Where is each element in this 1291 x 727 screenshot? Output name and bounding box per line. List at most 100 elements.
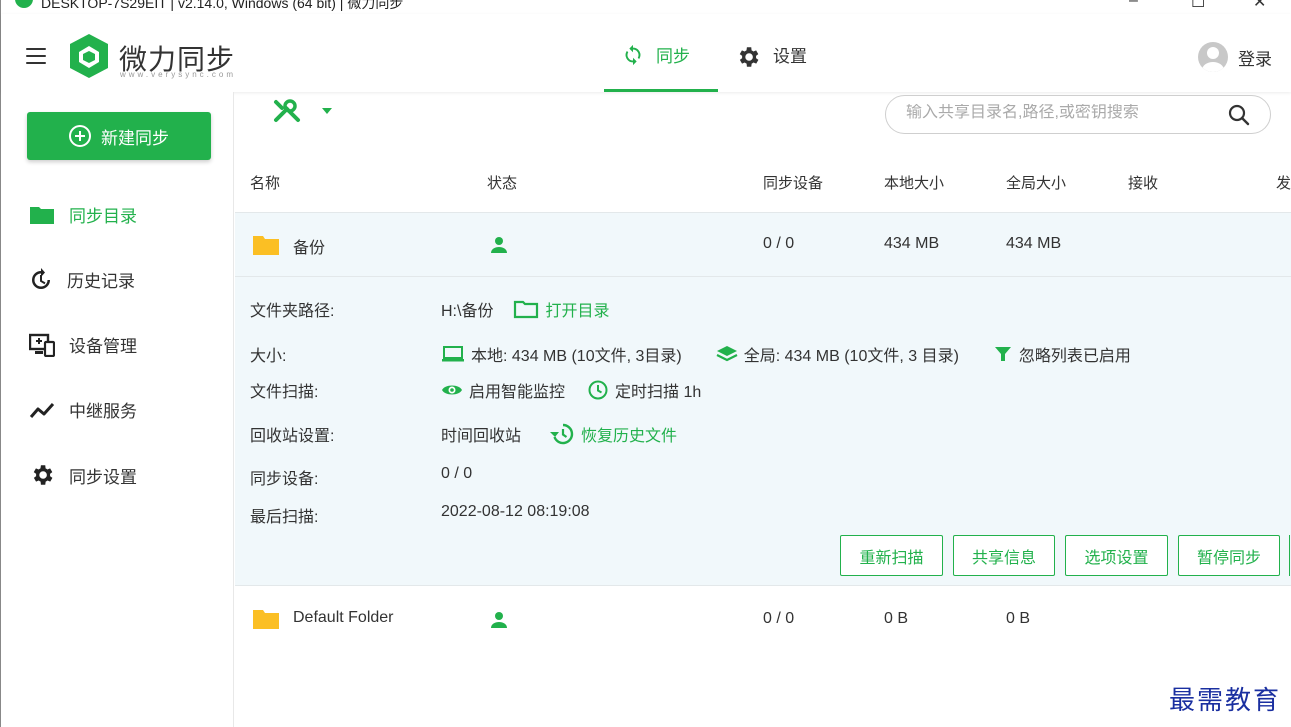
tab-settings[interactable]: 设置 [735, 42, 807, 92]
column-header-receive[interactable]: 接收 [1128, 172, 1158, 193]
tab-sync-label: 同步 [656, 47, 690, 66]
detail-path-value: H:\备份 [441, 303, 494, 320]
history-icon [32, 267, 50, 289]
app-header: 微力同步 www.verysync.com 同步 设置 登录 [1, 14, 1291, 92]
maximize-button[interactable]: ☐ [1191, 0, 1205, 12]
sidebar-item-label: 历史记录 [67, 272, 135, 291]
new-sync-label: 新建同步 [101, 128, 169, 148]
detail-size-global: 全局: 434 MB (10文件, 3 目录) [743, 348, 959, 365]
detail-recycle-value: 时间回收站 [441, 428, 522, 445]
pause-sync-button[interactable]: 暂停同步 [1178, 535, 1280, 576]
window-title-bar: DESKTOP-7S29EIT | v2.14.0, Windows (64 b… [0, 0, 1291, 14]
sidebar-item-sync-settings[interactable]: 同步设置 [29, 462, 137, 488]
login-button[interactable]: 登录 [1198, 42, 1272, 72]
window-title: DESKTOP-7S29EIT | v2.14.0, Windows (64 b… [41, 0, 404, 11]
tab-sync[interactable]: 同步 [604, 42, 718, 92]
open-directory-label: 打开目录 [545, 303, 610, 320]
sidebar-item-label: 同步设置 [69, 467, 137, 487]
brand-url: www.verysync.com [120, 70, 237, 79]
brand-logo-icon [70, 34, 108, 78]
options-button[interactable]: 选项设置 [1065, 535, 1168, 576]
column-header-local-size[interactable]: 本地大小 [884, 172, 944, 193]
detail-scan-label: 文件扫描: [250, 384, 319, 401]
caret-down-icon [322, 108, 332, 114]
smart-monitor-status: 启用智能监控 [469, 384, 566, 401]
open-directory-link[interactable]: 打开目录 [513, 297, 609, 321]
restore-history-icon [550, 423, 574, 445]
sidebar-item-label: 设备管理 [69, 337, 137, 356]
folder-local-size: 434 MB [884, 235, 940, 252]
login-label: 登录 [1238, 49, 1272, 69]
detail-devices-value: 0 / 0 [441, 465, 473, 482]
close-button[interactable]: ✕ [1253, 0, 1266, 12]
hamburger-menu-icon[interactable] [26, 48, 46, 64]
tools-dropdown[interactable] [273, 98, 333, 124]
gear-icon [739, 47, 759, 67]
detail-path-value-row: H:\备份 打开目录 [441, 297, 609, 321]
sidebar-item-sync-folders[interactable]: 同步目录 [29, 202, 137, 227]
folder-global-size: 0 B [1006, 610, 1031, 627]
sidebar-item-label: 中继服务 [69, 402, 137, 421]
person-icon [491, 237, 507, 253]
rescan-button[interactable]: 重新扫描 [840, 535, 943, 576]
clock-icon [588, 380, 608, 400]
plus-circle-icon [69, 125, 91, 147]
folder-global-size: 434 MB [1006, 235, 1062, 252]
person-icon [491, 612, 507, 628]
app-frame: 微力同步 www.verysync.com 同步 设置 登录 新建同步 同步目录… [0, 14, 1291, 727]
eye-icon [442, 385, 462, 395]
column-header-status[interactable]: 状态 [487, 172, 517, 193]
laptop-icon [442, 346, 464, 362]
search-icon[interactable] [1228, 104, 1250, 126]
folder-icon [30, 206, 54, 224]
gear-icon [33, 465, 53, 485]
folder-devices: 0 / 0 [763, 610, 795, 627]
folder-name: Default Folder [293, 609, 394, 626]
avatar [1198, 42, 1228, 72]
tools-icon [274, 99, 300, 122]
detail-recycle-label: 回收站设置: [250, 428, 335, 445]
search-box[interactable] [885, 95, 1271, 134]
app-logo-icon [15, 0, 33, 8]
open-folder-icon [514, 300, 539, 319]
detail-path-label: 文件夹路径: [250, 303, 335, 320]
tab-settings-label: 设置 [773, 47, 807, 66]
timer-scan-status: 定时扫描 1h [615, 384, 702, 401]
sidebar-item-devices[interactable]: 设备管理 [29, 332, 137, 357]
ignore-list-status: 忽略列表已启用 [1018, 348, 1131, 365]
relay-icon [29, 402, 55, 418]
column-header-send[interactable]: 发 [1276, 172, 1291, 193]
layers-icon [716, 346, 738, 362]
folder-name: 备份 [293, 240, 326, 257]
column-header-devices[interactable]: 同步设备 [763, 172, 823, 193]
restore-history-link[interactable]: 恢复历史文件 [549, 422, 677, 446]
folder-devices: 0 / 0 [763, 235, 795, 252]
folder-local-size: 0 B [884, 610, 909, 627]
filter-icon [994, 347, 1011, 361]
folder-icon [253, 610, 279, 629]
minimize-button[interactable]: – [1129, 0, 1138, 10]
device-icon [29, 333, 55, 357]
detail-last-scan-value: 2022-08-12 08:19:08 [441, 503, 590, 520]
sidebar: 新建同步 同步目录 历史记录 设备管理 中继服务 同步设置 [1, 92, 234, 727]
share-info-button[interactable]: 共享信息 [953, 535, 1055, 576]
restore-history-label: 恢复历史文件 [581, 428, 678, 445]
detail-recycle-row: 时间回收站 恢复历史文件 [441, 422, 677, 446]
watermark-text: 最需教育 [1169, 686, 1282, 716]
user-avatar-icon [1202, 47, 1224, 72]
detail-last-scan-label: 最后扫描: [250, 509, 319, 526]
new-sync-button[interactable]: 新建同步 [27, 112, 211, 160]
sidebar-item-label: 同步目录 [69, 207, 137, 226]
detail-size-local: 本地: 434 MB (10文件, 3目录) [471, 348, 682, 365]
detail-size-label: 大小: [250, 348, 287, 365]
sync-icon [625, 44, 641, 66]
folder-icon [253, 236, 279, 255]
sidebar-item-relay[interactable]: 中继服务 [29, 397, 137, 422]
detail-scan-row: 启用智能监控 定时扫描 1h [441, 378, 701, 402]
detail-size-row: 本地: 434 MB (10文件, 3目录) 全局: 434 MB (10文件,… [441, 342, 1131, 366]
search-input[interactable] [906, 104, 1216, 122]
detail-devices-label: 同步设备: [250, 471, 319, 488]
sidebar-item-history[interactable]: 历史记录 [29, 267, 135, 292]
column-header-name[interactable]: 名称 [250, 172, 280, 193]
column-header-global-size[interactable]: 全局大小 [1006, 172, 1066, 193]
